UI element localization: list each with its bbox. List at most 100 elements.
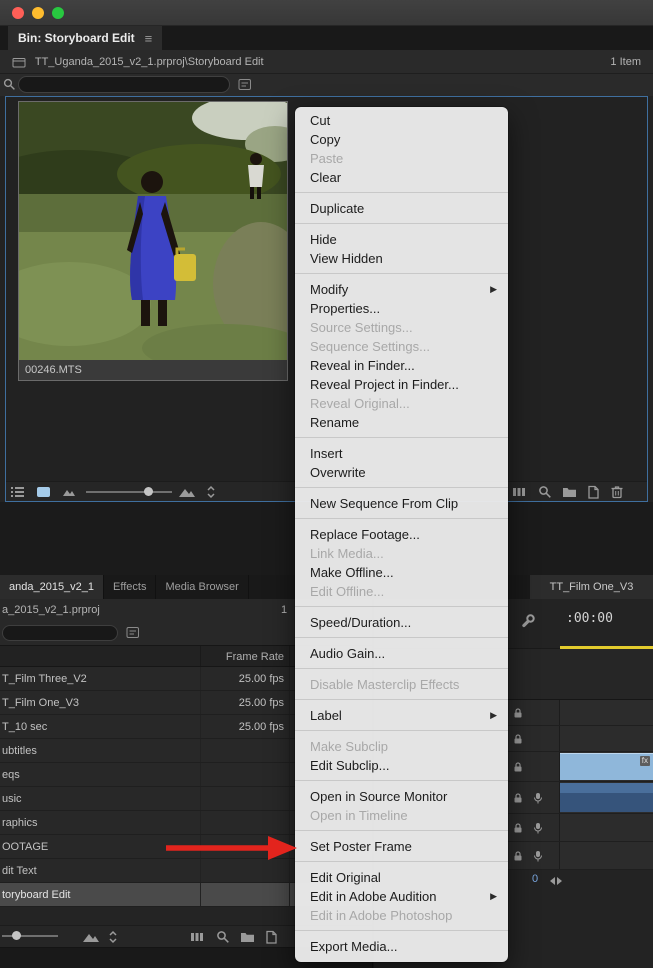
menu-item-view-hidden[interactable]: View Hidden ▶: [295, 249, 508, 268]
menu-item-reveal-original: Reveal Original... ▶: [295, 394, 508, 413]
menu-item-export-media[interactable]: Export Media... ▶: [295, 937, 508, 956]
menu-separator: [295, 606, 508, 607]
track-lock-icon[interactable]: [512, 822, 524, 834]
zoom-in-thumbnail-icon: [178, 485, 196, 499]
panel-menu-icon[interactable]: ≡: [145, 31, 153, 46]
project-row-frame-rate: [200, 787, 290, 810]
menu-item-source-settings: Source Settings... ▶: [295, 318, 508, 337]
track-lock-icon[interactable]: [512, 761, 524, 773]
project-row-name: dit Text: [2, 865, 37, 877]
work-area-bar[interactable]: [560, 646, 653, 649]
column-frame-rate[interactable]: Frame Rate: [200, 646, 290, 666]
track-lock-icon[interactable]: [512, 792, 524, 804]
menu-item-replace-footage[interactable]: Replace Footage... ▶: [295, 525, 508, 544]
menu-item-reveal-in-finder[interactable]: Reveal in Finder... ▶: [295, 356, 508, 375]
menu-separator: [295, 273, 508, 274]
menu-item-hide[interactable]: Hide ▶: [295, 230, 508, 249]
menu-item-edit-in-adobe-audition[interactable]: Edit in Adobe Audition ▶: [295, 887, 508, 906]
tab-bin-storyboard-edit[interactable]: Bin: Storyboard Edit ≡: [8, 26, 163, 50]
menu-item-speed-duration[interactable]: Speed/Duration... ▶: [295, 613, 508, 632]
slider-handle[interactable]: [144, 486, 153, 496]
menu-item-duplicate[interactable]: Duplicate ▶: [295, 199, 508, 218]
menu-separator: [295, 730, 508, 731]
menu-item-new-sequence-from-clip[interactable]: New Sequence From Clip ▶: [295, 494, 508, 513]
project-row-frame-rate: [200, 883, 290, 906]
project-zoom-slider[interactable]: [2, 927, 58, 944]
menu-item-copy[interactable]: Copy ▶: [295, 130, 508, 149]
sort-icons-button[interactable]: [204, 485, 218, 499]
collapse-tracks-icon[interactable]: [549, 875, 563, 887]
project-new-item-button[interactable]: [264, 930, 278, 944]
menu-item-label: Overwrite: [310, 465, 366, 480]
project-sort-button[interactable]: [106, 930, 120, 944]
project-new-bin-button[interactable]: [240, 930, 255, 943]
project-find-button[interactable]: [216, 930, 230, 944]
project-row-frame-rate: [200, 763, 290, 786]
timeline-clip[interactable]: fx: [560, 783, 653, 812]
premiere-pro-window: Bin: Storyboard Edit ≡ TT_Uganda_2015_v2…: [0, 0, 653, 968]
bin-search-row: [0, 74, 653, 96]
menu-item-label: Sequence Settings...: [310, 339, 430, 354]
timecode-display[interactable]: :00:00: [566, 611, 613, 626]
project-item-count: 1: [281, 604, 288, 616]
microphone-icon[interactable]: [532, 792, 544, 804]
list-view-button[interactable]: [10, 485, 25, 499]
zoom-out-thumbnail-icon: [62, 485, 76, 498]
menu-item-insert[interactable]: Insert ▶: [295, 444, 508, 463]
bin-icon: [12, 56, 26, 68]
tab-tt-film-one-v3[interactable]: TT_Film One_V3: [530, 575, 653, 599]
tab-media-browser[interactable]: Media Browser: [156, 575, 249, 599]
icon-view-button[interactable]: [36, 485, 51, 499]
timeline-settings-wrench-icon[interactable]: [520, 613, 536, 629]
automate-to-sequence-button[interactable]: [512, 485, 526, 499]
menu-item-audio-gain[interactable]: Audio Gain... ▶: [295, 644, 508, 663]
new-item-button[interactable]: [586, 485, 600, 499]
zoom-window-button[interactable]: [52, 7, 64, 19]
menu-separator: [295, 437, 508, 438]
find-button[interactable]: [538, 485, 552, 499]
menu-item-make-subclip: Make Subclip ▶: [295, 737, 508, 756]
thumbnail-size-slider[interactable]: [86, 483, 172, 500]
project-automate-button[interactable]: [190, 930, 204, 944]
project-row-name: OOTAGE: [2, 841, 49, 853]
bin-tab-bar: Bin: Storyboard Edit ≡: [0, 26, 653, 50]
menu-item-label[interactable]: Label ▶: [295, 706, 508, 725]
minimize-window-button[interactable]: [32, 7, 44, 19]
track-lock-icon[interactable]: [512, 707, 524, 719]
project-slider-handle[interactable]: [12, 930, 21, 940]
clip-tile[interactable]: 00246.MTS: [18, 101, 288, 381]
new-bin-button[interactable]: [562, 485, 577, 498]
menu-separator: [295, 830, 508, 831]
microphone-icon[interactable]: [532, 850, 544, 862]
project-search-input[interactable]: [2, 625, 118, 641]
track-lock-icon[interactable]: [512, 733, 524, 745]
track-lock-icon[interactable]: [512, 850, 524, 862]
trash-button[interactable]: [610, 485, 624, 499]
menu-item-reveal-project-in-finder[interactable]: Reveal Project in Finder... ▶: [295, 375, 508, 394]
menu-item-rename[interactable]: Rename ▶: [295, 413, 508, 432]
menu-item-open-in-source-monitor[interactable]: Open in Source Monitor ▶: [295, 787, 508, 806]
search-filter-icon[interactable]: [238, 78, 252, 91]
menu-separator: [295, 780, 508, 781]
bin-search-input[interactable]: [18, 76, 230, 93]
microphone-icon[interactable]: [532, 822, 544, 834]
menu-item-make-offline[interactable]: Make Offline... ▶: [295, 563, 508, 582]
timeline-clip[interactable]: fx: [560, 753, 653, 780]
menu-item-edit-subclip[interactable]: Edit Subclip... ▶: [295, 756, 508, 775]
menu-item-edit-original[interactable]: Edit Original ▶: [295, 868, 508, 887]
menu-item-clear[interactable]: Clear ▶: [295, 168, 508, 187]
menu-item-modify[interactable]: Modify ▶: [295, 280, 508, 299]
tab-effects[interactable]: Effects: [104, 575, 157, 599]
menu-item-label: Speed/Duration...: [310, 615, 412, 630]
menu-item-set-poster-frame[interactable]: Set Poster Frame ▶: [295, 837, 508, 856]
menu-item-properties[interactable]: Properties... ▶: [295, 299, 508, 318]
menu-item-label: Clear: [310, 170, 342, 185]
close-window-button[interactable]: [12, 7, 24, 19]
menu-item-cut[interactable]: Cut ▶: [295, 111, 508, 130]
menu-item-label: Set Poster Frame: [310, 839, 412, 854]
project-search-filter-icon[interactable]: [126, 626, 140, 639]
tab-anda-2015-v2-1[interactable]: anda_2015_v2_1: [0, 575, 105, 599]
project-row-name: T_Film Three_V2: [2, 673, 87, 685]
menu-item-overwrite[interactable]: Overwrite ▶: [295, 463, 508, 482]
menu-item-label: Edit Subclip...: [310, 758, 390, 773]
